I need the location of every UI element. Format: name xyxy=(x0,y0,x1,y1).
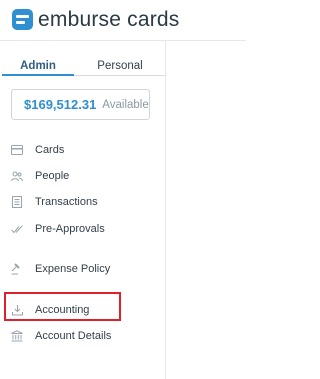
sidebar-item-account-details[interactable]: Account Details xyxy=(11,328,111,344)
receipt-icon xyxy=(11,196,23,208)
accounting-highlight-box xyxy=(4,292,121,321)
app-page: emburse cards Admin Personal $169,512.31… xyxy=(0,0,246,379)
available-balance: $169,512.31 Available xyxy=(11,89,150,120)
balance-label: Available xyxy=(102,98,149,111)
gavel-icon xyxy=(11,263,23,275)
sidebar-item-transactions[interactable]: Transactions xyxy=(11,194,98,210)
sidebar-item-people[interactable]: People xyxy=(11,168,69,184)
sidebar-item-label: Account Details xyxy=(35,330,112,342)
sidebar-item-cards[interactable]: Cards xyxy=(11,142,64,158)
sidebar-item-label: People xyxy=(35,170,70,182)
sidebar-item-pre-approvals[interactable]: Pre-Approvals xyxy=(11,221,105,237)
sidebar-item-label: Expense Policy xyxy=(35,263,111,275)
header-divider xyxy=(0,40,246,41)
people-icon xyxy=(11,170,23,182)
tab-personal[interactable]: Personal xyxy=(78,56,162,76)
sidebar-item-expense-policy[interactable]: Expense Policy xyxy=(11,261,110,277)
brand-logo[interactable]: emburse cards xyxy=(12,6,180,32)
sidebar-item-label: Pre-Approvals xyxy=(35,223,105,235)
balance-amount: $169,512.31 xyxy=(24,97,97,112)
tab-admin[interactable]: Admin xyxy=(2,56,74,76)
bank-icon xyxy=(11,330,23,342)
account-tabs: Admin Personal xyxy=(0,56,165,76)
sidebar-item-label: Transactions xyxy=(35,196,98,208)
sidebar-item-label: Cards xyxy=(35,144,65,156)
tab-underline xyxy=(74,75,165,76)
active-tab-indicator xyxy=(2,74,74,76)
checkmark-icon xyxy=(11,223,23,235)
emburse-logo-icon xyxy=(12,8,33,30)
card-icon xyxy=(11,144,23,156)
brand-name: emburse cards xyxy=(38,7,180,31)
sidebar-divider xyxy=(165,40,166,379)
